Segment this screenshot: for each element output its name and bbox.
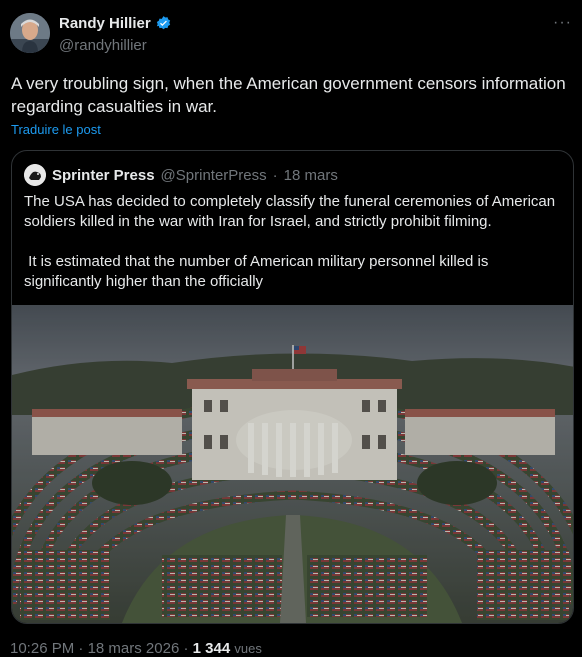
more-options-icon[interactable]: ··· [553, 14, 572, 32]
post-date[interactable]: 18 mars 2026 [88, 640, 180, 657]
views-count: 1 344 [192, 640, 231, 657]
author-name-row[interactable]: Randy Hillier [59, 15, 172, 32]
meta-separator-2: · [183, 640, 189, 657]
quoted-post-date[interactable]: 18 mars [284, 167, 338, 184]
translate-post-link[interactable]: Traduire le post [11, 122, 101, 137]
white-house-coffins-image[interactable] [12, 305, 573, 623]
quoted-paragraph-1: The USA has decided to completely classi… [24, 193, 556, 230]
post-time[interactable]: 10:26 PM [10, 640, 74, 657]
quoted-post-text: The USA has decided to completely classi… [24, 192, 562, 292]
quoted-author-name[interactable]: Sprinter Press [52, 167, 155, 184]
separator-dot: · [272, 166, 278, 184]
quoted-post-card[interactable]: Sprinter Press @SprinterPress · 18 mars … [11, 150, 574, 624]
quoted-paragraph-2: It is estimated that the number of Ameri… [24, 253, 493, 290]
author-name[interactable]: Randy Hillier [59, 15, 151, 32]
author-handle[interactable]: @randyhillier [59, 37, 147, 54]
author-avatar[interactable] [10, 13, 50, 53]
quoted-author-avatar[interactable] [24, 164, 46, 186]
tweet-text: A very troubling sign, when the American… [11, 74, 566, 116]
post-meta: 10:26 PM · 18 mars 2026 · 1 344 vues [10, 640, 262, 657]
views-label: vues [234, 641, 262, 656]
verified-badge-icon [155, 15, 172, 32]
quoted-post-header: Sprinter Press @SprinterPress · 18 mars [24, 164, 338, 186]
quoted-author-handle[interactable]: @SprinterPress [161, 167, 267, 184]
meta-separator: · [78, 640, 84, 657]
